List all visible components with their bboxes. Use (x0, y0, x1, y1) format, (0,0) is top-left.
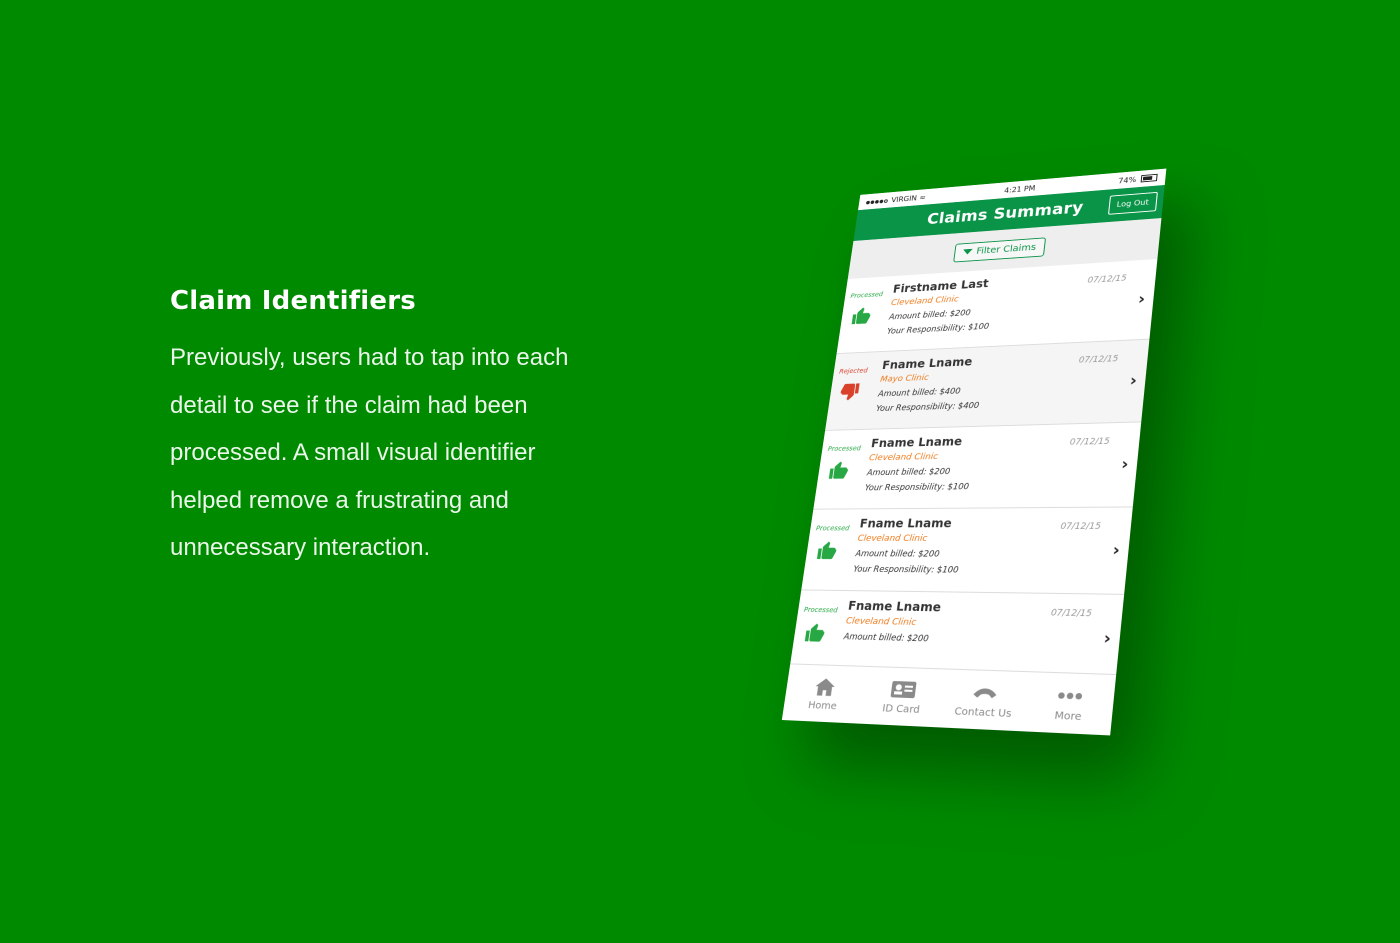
tab-label: Home (807, 700, 837, 712)
claim-status: Rejected (839, 367, 868, 375)
carrier-label: VIRGIN (891, 194, 917, 204)
claim-status: Processed (803, 606, 838, 614)
tab-contact-us[interactable]: Contact Us (939, 670, 1029, 732)
thumbs-up-icon (827, 460, 850, 481)
tab-home[interactable]: Home (782, 664, 867, 723)
claim-status: Processed (815, 525, 849, 533)
chevron-right-icon: › (1137, 290, 1146, 308)
claim-provider: Cleveland Clinic (857, 534, 928, 544)
chevron-right-icon: › (1103, 628, 1112, 648)
claim-row[interactable]: Rejected Fname Lname Mayo Clinic Amount … (825, 340, 1149, 431)
thumbs-up-icon (803, 622, 827, 644)
claim-date: 07/12/15 (1078, 354, 1118, 365)
battery-icon (1141, 174, 1158, 183)
claim-name: Firstname Last (892, 277, 989, 295)
signal-icon (866, 196, 890, 206)
phone-screen: VIRGIN ≈ 4:21 PM 74% Claims Summary Log … (782, 169, 1167, 736)
claim-billed: Amount billed: $200 (866, 467, 950, 478)
tab-bar: Home ID Card Contact Us More (782, 663, 1116, 735)
id-card-icon (889, 678, 918, 699)
tab-label: Contact Us (954, 706, 1012, 720)
more-icon (1055, 684, 1085, 706)
chevron-right-icon: › (1129, 371, 1138, 390)
page-title: Claims Summary (926, 199, 1085, 229)
claim-date: 07/12/15 (1050, 608, 1092, 619)
home-icon (813, 676, 837, 697)
claim-responsibility: Your Responsibility: $100 (864, 482, 969, 493)
status-left: VIRGIN ≈ (866, 193, 927, 206)
claim-name: Fname Lname (881, 355, 973, 372)
claim-billed: Amount billed: $400 (878, 387, 962, 399)
status-time: 4:21 PM (1004, 184, 1036, 195)
claim-date: 07/12/15 (1060, 522, 1101, 532)
claim-provider: Cleveland Clinic (845, 617, 917, 628)
battery-percent: 74% (1118, 175, 1137, 185)
status-right: 74% (1118, 173, 1158, 184)
filter-label: Filter Claims (976, 242, 1037, 256)
claim-status: Processed (850, 291, 883, 300)
wifi-icon: ≈ (919, 193, 926, 201)
claim-row[interactable]: Processed Fname Lname Cleveland Clinic A… (813, 422, 1141, 509)
thumbs-up-icon (815, 540, 839, 561)
claim-provider: Cleveland Clinic (890, 295, 959, 308)
tab-label: More (1054, 710, 1082, 723)
tab-id-card[interactable]: ID Card (859, 667, 947, 728)
phone-icon (970, 681, 1000, 703)
filter-claims-button[interactable]: Filter Claims (953, 237, 1046, 262)
claim-responsibility: Your Responsibility: $100 (853, 565, 959, 576)
claim-name: Fname Lname (870, 435, 963, 450)
filter-icon (963, 249, 973, 255)
claim-date: 07/12/15 (1069, 437, 1110, 448)
claim-name: Fname Lname (847, 599, 942, 614)
claim-row[interactable]: Processed Fname Lname Cleveland Clinic A… (801, 507, 1133, 594)
tab-more[interactable]: More (1023, 672, 1116, 735)
chevron-right-icon: › (1112, 540, 1121, 559)
logout-button[interactable]: Log Out (1108, 192, 1158, 215)
claim-billed: Amount billed: $200 (888, 309, 971, 322)
claim-provider: Mayo Clinic (880, 373, 930, 384)
thumbs-down-icon (838, 382, 861, 403)
claim-billed: Amount billed: $200 (855, 549, 940, 559)
claim-provider: Cleveland Clinic (868, 452, 938, 463)
claim-status: Processed (827, 445, 861, 453)
phone-mockup-wrapper: VIRGIN ≈ 4:21 PM 74% Claims Summary Log … (0, 0, 1400, 943)
tab-label: ID Card (882, 703, 921, 716)
claim-date: 07/12/15 (1087, 274, 1127, 286)
claim-responsibility: Your Responsibility: $100 (886, 322, 989, 336)
thumbs-up-icon (850, 305, 873, 326)
claim-name: Fname Lname (859, 516, 953, 530)
claim-responsibility: Your Responsibility: $400 (875, 401, 979, 414)
claims-list: Processed Firstname Last Cleveland Clini… (789, 259, 1158, 685)
chevron-right-icon: › (1121, 454, 1130, 473)
claim-billed: Amount billed: $200 (843, 632, 929, 644)
